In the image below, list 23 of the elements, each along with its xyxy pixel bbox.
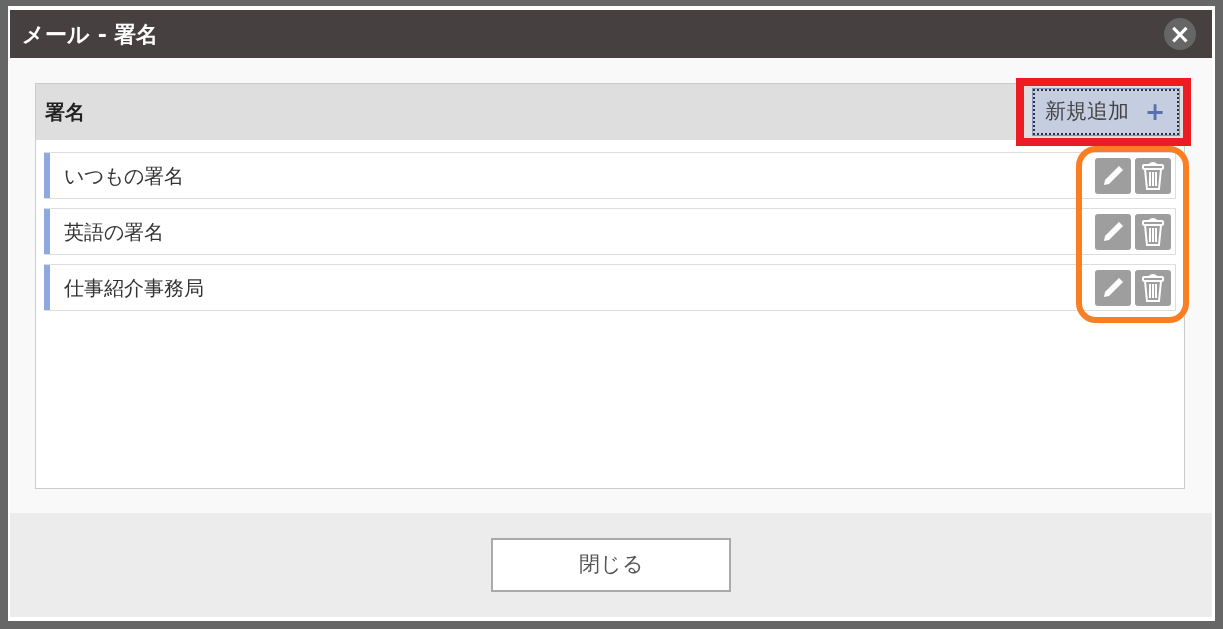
trash-icon	[1140, 272, 1166, 303]
row-accent-bar	[44, 265, 50, 310]
dialog-title: メール - 署名	[22, 20, 159, 49]
close-button[interactable]: ×	[1164, 18, 1196, 50]
close-dialog-button[interactable]: 閉じる	[491, 538, 731, 592]
panel-heading: 署名	[45, 99, 85, 126]
edit-button[interactable]	[1095, 213, 1131, 250]
trash-icon	[1140, 216, 1166, 247]
signature-row[interactable]: 仕事紹介事務局	[44, 264, 1176, 311]
edit-button[interactable]	[1095, 269, 1131, 306]
delete-button[interactable]	[1135, 157, 1171, 194]
trash-icon	[1140, 160, 1166, 191]
signature-row[interactable]: いつもの署名	[44, 152, 1176, 199]
delete-button[interactable]	[1135, 213, 1171, 250]
edit-button[interactable]	[1095, 157, 1131, 194]
add-new-button[interactable]: 新規追加 +	[1032, 89, 1179, 135]
signature-name: 英語の署名	[64, 218, 165, 246]
row-accent-bar	[44, 209, 50, 254]
signature-name: 仕事紹介事務局	[64, 274, 205, 302]
row-accent-bar	[44, 153, 50, 198]
signature-name: いつもの署名	[64, 162, 185, 190]
signature-row[interactable]: 英語の署名	[44, 208, 1176, 255]
delete-button[interactable]	[1135, 269, 1171, 306]
